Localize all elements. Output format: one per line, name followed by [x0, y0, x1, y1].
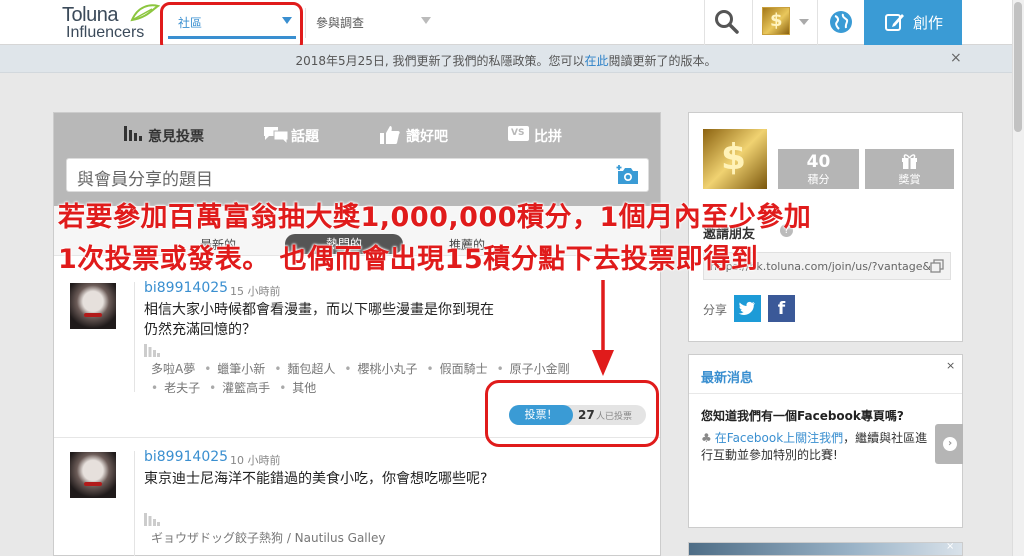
chevron-down-icon — [421, 17, 431, 24]
user-avatar[interactable]: $ — [762, 7, 790, 35]
poll-bars-icon — [144, 513, 160, 526]
share-label: 分享 — [703, 303, 728, 317]
news-next-button[interactable]: › — [935, 424, 963, 464]
news-title: 最新消息 — [701, 371, 754, 386]
close-icon[interactable]: × — [950, 50, 962, 66]
chevron-down-icon[interactable] — [799, 19, 809, 25]
post-time: 10 小時前 — [230, 454, 281, 467]
annotation-text-line1: 若要參加百萬富翁抽大獎1,000,000積分，1個月內至少參加 — [58, 202, 812, 233]
chat-bubbles-icon — [264, 127, 289, 145]
poll-option: 櫻桃小丸子 — [344, 360, 417, 379]
globe-icon[interactable] — [829, 10, 853, 34]
twitter-share-button[interactable] — [734, 295, 761, 322]
news-question: 您知道我們有一個Facebook專頁嗎? — [701, 409, 904, 423]
header-divider — [704, 0, 705, 45]
bar-chart-icon — [124, 126, 142, 141]
notice-text-after: 閱讀更新了的版本。 — [608, 54, 717, 68]
edit-icon — [885, 14, 904, 31]
points-button[interactable]: 40 積分 — [778, 149, 859, 189]
close-icon[interactable]: × — [946, 541, 954, 552]
news-card: 最新消息 × 您知道我們有一個Facebook專頁嗎? ♣ 在Facebook上關… — [688, 354, 963, 528]
poll-option: 假面騎士 — [427, 360, 488, 379]
copy-icon[interactable] — [930, 259, 944, 273]
annotation-text-line2: 1次投票或發表。 也偶而會出現15積分點下去投票即得到 — [58, 244, 759, 275]
gift-icon — [902, 154, 917, 169]
chevron-right-icon: › — [943, 437, 957, 451]
poll-option: 蠟筆小新 — [204, 360, 265, 379]
top-navigation-bar: Toluna Influencers 社區 參與調查 $ 創作 — [0, 0, 1024, 45]
thumbs-up-icon — [380, 126, 400, 144]
news-body: ♣ 在Facebook上關注我們，繼續與社區進行互動並參加特別的比賽! — [701, 430, 936, 464]
post-time: 15 小時前 — [230, 285, 281, 298]
news-card-header: 最新消息 × — [689, 355, 962, 394]
facebook-share-button[interactable]: f — [768, 295, 795, 322]
logo-text-toluna: Toluna — [62, 4, 118, 26]
facebook-follow-link[interactable]: 在Facebook上關注我們 — [715, 431, 843, 445]
logo-text-influencers: Influencers — [66, 24, 145, 41]
post-divider — [134, 451, 135, 556]
points-label: 積分 — [807, 173, 830, 186]
close-icon[interactable]: × — [946, 359, 955, 372]
privacy-notice-bar: 2018年5月25日, 我們更新了我們的私隱政策。您可以在此閱讀更新了的版本。 … — [0, 45, 1012, 73]
poll-option: ギョウザドッグ餃子熱狗 / Nautilus Galley — [151, 531, 386, 545]
post-type-tabs: 意見投票 話題 讚好吧 VS 比拼 與會員分享的題目 — [54, 113, 660, 206]
profile-avatar[interactable]: $ — [703, 129, 767, 189]
create-button[interactable]: 創作 — [864, 0, 962, 45]
poll-options: ギョウザドッグ餃子熱狗 / Nautilus Galley — [151, 529, 621, 548]
share-topic-input[interactable]: 與會員分享的題目 — [66, 158, 649, 192]
poll-option: 多啦A夢 — [151, 362, 196, 376]
post-author-name[interactable]: bi89914025 — [144, 449, 228, 465]
promo-card[interactable]: × — [688, 541, 963, 556]
post-author-avatar[interactable] — [70, 283, 116, 329]
poll-bars-icon — [144, 344, 160, 357]
post-author-name[interactable]: bi89914025 — [144, 280, 228, 296]
toluna-logo[interactable]: Toluna Influencers — [62, 4, 162, 42]
avatar-glyph: $ — [770, 10, 783, 31]
poll-question[interactable]: 相信大家小時候都會看漫畫，而以下哪些漫畫是你到現在仍然充滿回憶的？ — [144, 300, 504, 340]
post-divider — [134, 282, 135, 392]
survey-dropdown[interactable]: 參與調查 — [305, 8, 435, 38]
poll-option: 灌籃高手 — [209, 379, 270, 398]
poll-option: 麵包超人 — [274, 360, 335, 379]
header-divider — [752, 0, 753, 45]
tab-label: 讚好吧 — [406, 129, 448, 145]
leaf-icon — [130, 4, 160, 22]
poll-option: 其他 — [279, 379, 316, 398]
share-placeholder: 與會員分享的題目 — [77, 170, 213, 190]
tab-label: 比拼 — [534, 129, 562, 145]
annotation-arrow-icon — [592, 280, 614, 376]
header-divider — [817, 0, 818, 45]
tab-label: 意見投票 — [148, 129, 204, 145]
create-label: 創作 — [913, 14, 944, 32]
scrollbar-thumb[interactable] — [1014, 2, 1022, 132]
poll-question[interactable]: 東京迪士尼海洋不能錯過的美食小吃，你會想吃哪些呢? — [144, 469, 504, 489]
camera-plus-icon[interactable] — [616, 164, 640, 186]
rewards-label: 獎賞 — [898, 173, 921, 186]
versus-glyph: VS — [511, 128, 525, 138]
notice-text-before: 2018年5月25日, 我們更新了我們的私隱政策。您可以 — [295, 54, 585, 68]
feed-card: 意見投票 話題 讚好吧 VS 比拼 與會員分享的題目 最新的 熱門的 推薦的 b… — [53, 112, 661, 556]
twitter-icon — [738, 301, 755, 315]
post-author-avatar[interactable] — [70, 452, 116, 498]
club-icon: ♣ — [701, 431, 712, 445]
rewards-button[interactable]: 獎賞 — [865, 149, 954, 189]
search-icon[interactable] — [714, 9, 740, 35]
avatar-glyph: $ — [721, 137, 747, 178]
survey-label: 參與調查 — [316, 16, 365, 30]
poll-option: 原子小金剛 — [497, 360, 570, 379]
tab-label: 話題 — [291, 129, 319, 145]
vote-highlight-annotation — [485, 380, 659, 447]
poll-post: bi89914025 10 小時前 東京迪士尼海洋不能錯過的美食小吃，你會想吃哪… — [54, 447, 660, 556]
poll-option: 老夫子 — [151, 379, 200, 398]
privacy-notice-text: 2018年5月25日, 我們更新了我們的私隱政策。您可以在此閱讀更新了的版本。 — [0, 52, 1012, 69]
points-value: 40 — [806, 152, 831, 172]
privacy-link[interactable]: 在此 — [585, 54, 609, 68]
